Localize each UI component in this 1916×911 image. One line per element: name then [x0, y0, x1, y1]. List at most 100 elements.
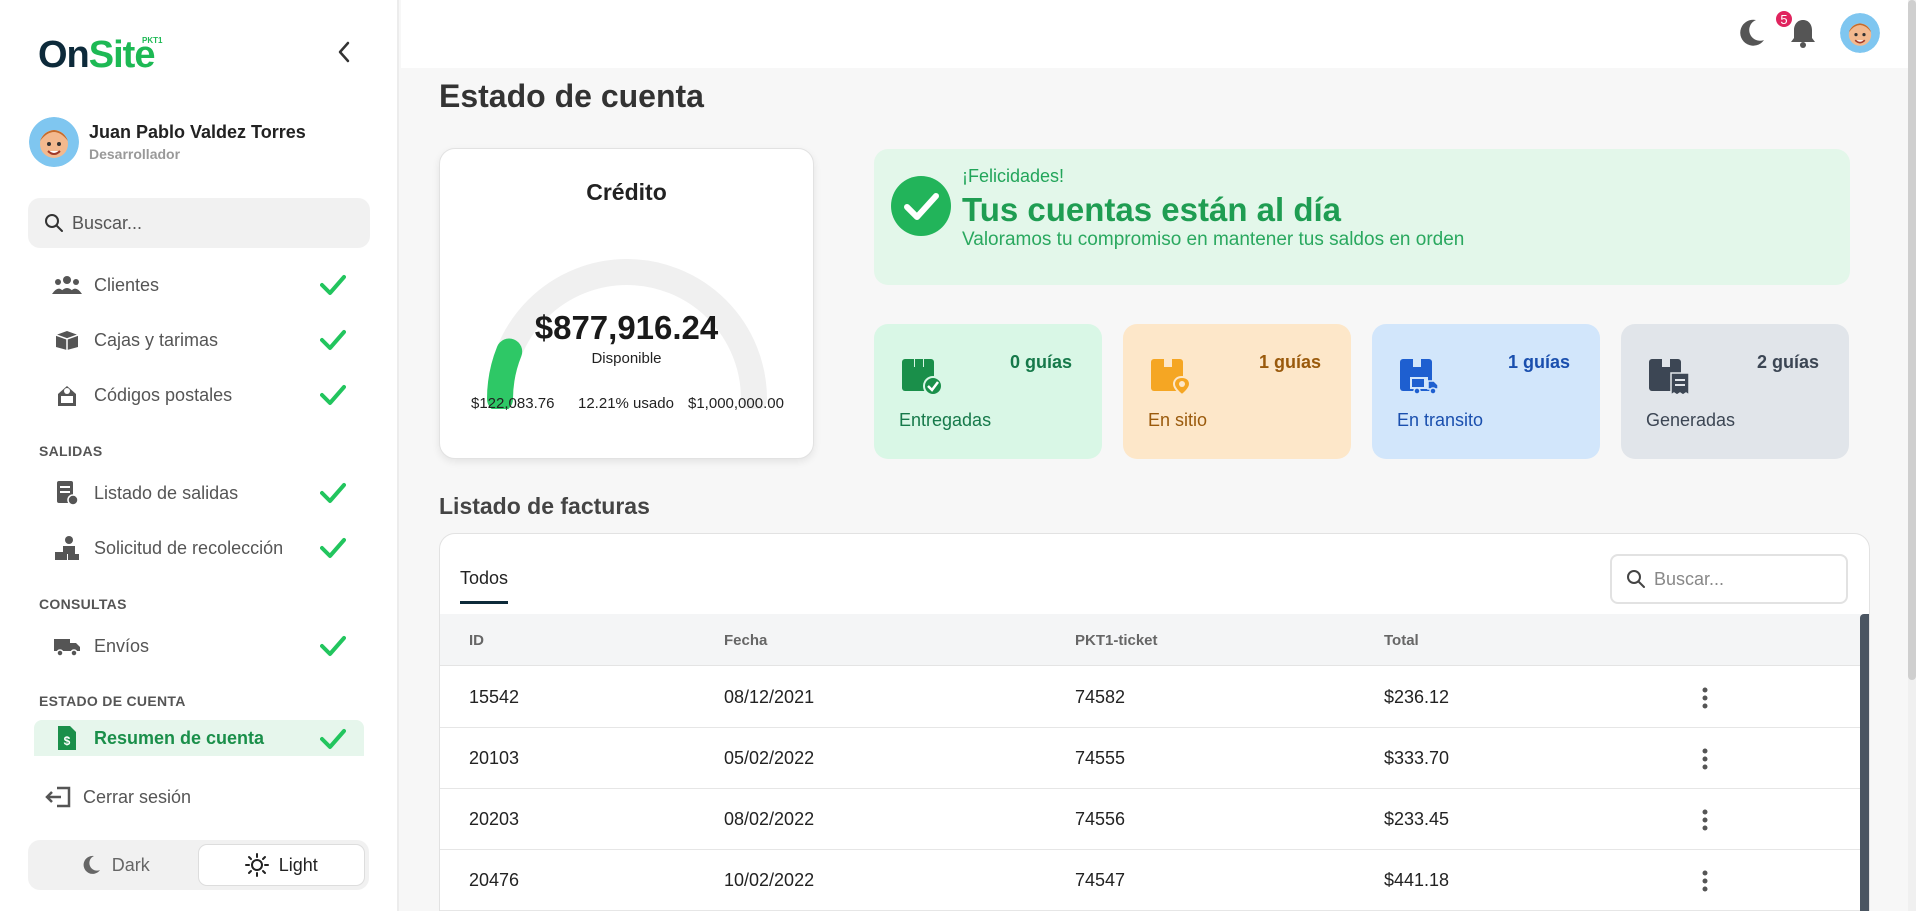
theme-toggle[interactable]: Dark Light: [28, 840, 369, 890]
more-vertical-icon: [1702, 748, 1708, 770]
onsite-logo[interactable]: OnSite PKT1: [38, 34, 162, 77]
document-list-icon: [52, 478, 82, 508]
top-avatar[interactable]: [1840, 13, 1880, 53]
stat-count: 2 guías: [1756, 352, 1819, 372]
boxes-icon: [52, 325, 82, 355]
pickup-icon: [52, 533, 82, 563]
moon-icon: [1740, 19, 1764, 46]
search-icon: [45, 214, 63, 232]
sidebar-item-solicitud-recoleccion[interactable]: Solicitud de recolección: [34, 526, 364, 570]
theme-dark-option[interactable]: Dark: [32, 844, 198, 886]
sidebar-item-clientes[interactable]: Clientes: [34, 263, 364, 307]
sidebar-item-resumen-cuenta[interactable]: $ Resumen de cuenta: [34, 720, 364, 756]
user-profile[interactable]: Juan Pablo Valdez Torres Desarrollador: [29, 117, 306, 167]
column-header-total[interactable]: Total: [1384, 632, 1419, 649]
users-icon: [52, 270, 82, 300]
more-vertical-icon: [1702, 870, 1708, 892]
sidebar-search-input[interactable]: [72, 212, 342, 234]
package-location-icon: [1151, 359, 1192, 397]
row-menu-button[interactable]: [1693, 807, 1717, 833]
table-row[interactable]: 20103 05/02/2022 74555 $333.70: [440, 728, 1869, 789]
sidebar-item-cajas[interactable]: Cajas y tarimas: [34, 318, 364, 362]
check-icon: [320, 483, 346, 503]
more-vertical-icon: [1702, 809, 1708, 831]
logout-icon: [45, 786, 71, 808]
congrats-description: Valoramos tu compromiso en mantener tus …: [962, 229, 1465, 250]
chevron-left-icon: [338, 41, 350, 63]
truck-transit-icon: [1400, 359, 1439, 395]
check-icon: [320, 330, 346, 350]
table-scrollbar[interactable]: [1860, 614, 1869, 911]
user-role: Desarrollador: [89, 146, 181, 162]
stat-card-en-sitio[interactable]: 1 guías En sitio: [1123, 324, 1351, 459]
invoices-table-card: Todos ID Fecha PKT1-ticket Total 15542 0…: [439, 533, 1870, 911]
row-menu-button[interactable]: [1693, 868, 1717, 894]
avatar: [29, 117, 79, 167]
more-vertical-icon: [1702, 687, 1708, 709]
invoices-title: Listado de facturas: [439, 493, 650, 519]
logout-button[interactable]: Cerrar sesión: [45, 786, 191, 808]
table-header: ID Fecha PKT1-ticket Total: [440, 614, 1869, 666]
congrats-title: Tus cuentas están al día: [962, 191, 1342, 228]
collapse-sidebar-button[interactable]: [330, 38, 358, 66]
receipt-icon: [1649, 359, 1690, 397]
section-label-consultas: CONSULTAS: [39, 596, 127, 612]
table-row[interactable]: 20476 10/02/2022 74547 $441.18: [440, 850, 1869, 911]
package-check-icon: [902, 355, 943, 396]
top-bar: [401, 0, 1916, 68]
section-label-salidas: SALIDAS: [39, 443, 103, 459]
sun-icon: [244, 853, 269, 877]
page-title: Estado de cuenta: [439, 78, 704, 114]
user-name: Juan Pablo Valdez Torres: [89, 122, 306, 142]
stat-label: Generadas: [1646, 410, 1736, 430]
check-icon: [320, 275, 346, 295]
column-header-ticket[interactable]: PKT1-ticket: [1075, 632, 1158, 649]
sidebar: OnSite PKT1 Juan Pablo Valdez Torres Desa…: [0, 0, 399, 911]
table-row[interactable]: 20203 08/02/2022 74556 $233.45: [440, 789, 1869, 850]
invoices-search[interactable]: [1610, 554, 1848, 604]
stat-label: En transito: [1397, 410, 1484, 430]
stat-label: En sitio: [1148, 410, 1208, 430]
credit-title: Crédito: [586, 179, 667, 205]
moon-icon: [83, 855, 100, 874]
check-icon: [320, 636, 346, 656]
section-label-estado-cuenta: ESTADO DE CUENTA: [39, 693, 186, 709]
check-icon: [320, 729, 346, 749]
stat-card-en-transito[interactable]: 1 guías En transito: [1372, 324, 1600, 459]
stat-card-generadas[interactable]: 2 guías Generadas: [1621, 324, 1849, 459]
credit-card: Crédito $877,916.24 Disponible $122,083.…: [439, 148, 814, 459]
sidebar-search[interactable]: [28, 198, 370, 248]
search-icon: [1627, 570, 1645, 588]
check-circle-icon: [891, 176, 951, 236]
congrats-eyebrow: ¡Felicidades!: [962, 166, 1065, 186]
sidebar-item-listado-salidas[interactable]: Listado de salidas: [34, 471, 364, 515]
invoice-dollar-icon: $: [52, 723, 82, 753]
stat-label: Entregadas: [899, 410, 992, 430]
stat-card-entregadas[interactable]: 0 guías Entregadas: [874, 324, 1102, 459]
sidebar-item-envios[interactable]: Envíos: [34, 624, 364, 668]
notification-badge: 5: [1774, 9, 1794, 29]
credit-used-pct: 12.21% usado: [578, 395, 674, 412]
credit-used-amount: $122,083.76: [471, 395, 555, 412]
tab-todos[interactable]: Todos: [460, 568, 509, 604]
truck-icon: [52, 631, 82, 661]
row-menu-button[interactable]: [1693, 685, 1717, 711]
congrats-banner: ¡Felicidades! Tus cuentas están al día V…: [874, 149, 1850, 285]
credit-available: $877,916.24: [534, 309, 719, 346]
credit-limit: $1,000,000.00: [688, 395, 784, 412]
column-header-id[interactable]: ID: [469, 632, 484, 649]
svg-text:$: $: [64, 734, 71, 748]
column-header-fecha[interactable]: Fecha: [724, 632, 767, 649]
invoices-search-input[interactable]: [1654, 568, 1834, 590]
check-icon: [320, 538, 346, 558]
credit-available-label: Disponible: [591, 350, 662, 367]
row-menu-button[interactable]: [1693, 746, 1717, 772]
stat-count: 1 guías: [1507, 352, 1570, 372]
sidebar-item-codigos-postales[interactable]: Códigos postales: [34, 373, 364, 417]
page-scrollbar[interactable]: [1908, 0, 1916, 911]
check-icon: [320, 385, 346, 405]
dark-mode-toggle[interactable]: [1738, 18, 1766, 53]
postal-code-icon: [52, 380, 82, 410]
theme-light-option[interactable]: Light: [197, 844, 365, 886]
table-row[interactable]: 15542 08/12/2021 74582 $236.12: [440, 667, 1869, 728]
